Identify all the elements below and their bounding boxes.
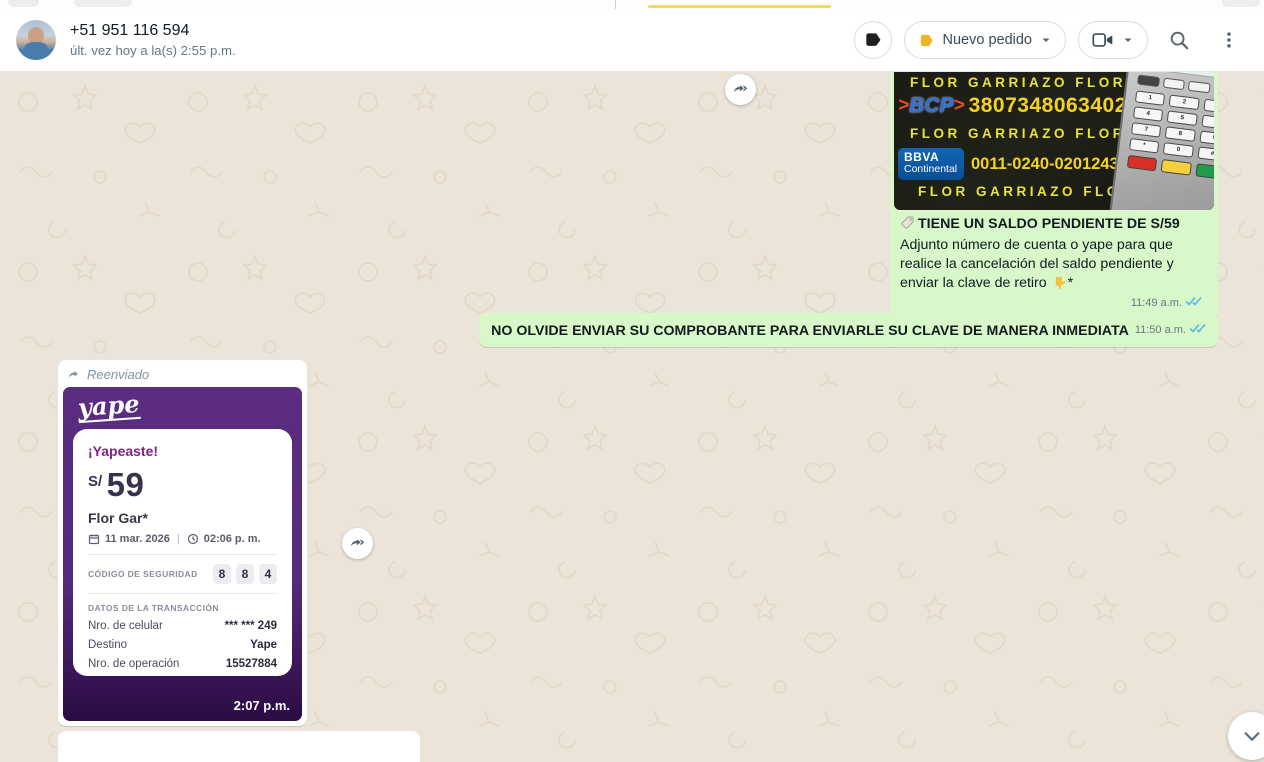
caption-suffix: * <box>1068 275 1074 291</box>
menu-button[interactable] <box>1210 21 1248 59</box>
bcp-account-number: 38073480634024 <box>969 94 1140 118</box>
top-strip-active-tab-underline <box>648 5 831 8</box>
avatar[interactable] <box>16 20 56 60</box>
forwarded-label: Reenviado <box>87 367 149 382</box>
forward-message-button[interactable] <box>725 74 756 105</box>
pos-cancel-key <box>1127 155 1158 171</box>
order-label-dropdown[interactable]: Nuevo pedido <box>904 21 1067 59</box>
account-holder-name: FLOR GARRIAZO FLORES <box>910 126 1151 141</box>
forward-message-button[interactable] <box>342 528 373 559</box>
message-yape-receipt[interactable]: Reenviado yape ¡Yapeaste! S/ 59 Flor Gar… <box>58 360 307 726</box>
receipt-title: ¡Yapeaste! <box>88 443 277 459</box>
bcp-chevron-icon: > <box>898 95 909 117</box>
pos-key: 4 <box>1133 106 1164 121</box>
contact-name: +51 951 116 594 <box>70 22 236 40</box>
yape-logo: yape <box>77 391 140 424</box>
tag-emoji <box>900 215 915 236</box>
chevron-down-icon <box>1122 34 1134 46</box>
pos-key: 0 <box>1163 142 1194 157</box>
forwarded-icon <box>67 367 82 382</box>
tag-yellow-icon <box>918 32 935 49</box>
search-button[interactable] <box>1160 21 1198 59</box>
pos-key: 8 <box>1165 126 1196 141</box>
bcp-chevron-icon: > <box>953 95 964 117</box>
pos-nav-key <box>1213 84 1214 97</box>
security-code-digits: 8 8 4 <box>213 564 277 584</box>
message-caption: TIENE UN SALDO PENDIENTE DE S/59 Adjunto… <box>894 210 1214 313</box>
label-button[interactable] <box>854 21 892 59</box>
receipt-sent-time: 2:07 p.m. <box>234 698 290 713</box>
receipt-datetime: 11 mar. 2026 | 02:06 p. m. <box>88 533 277 545</box>
video-call-dropdown[interactable] <box>1078 21 1148 59</box>
kebab-menu-icon <box>1219 30 1239 50</box>
message-reminder[interactable]: NO OLVIDE ENVIAR SU COMPROBANTE PARA ENV… <box>479 313 1218 347</box>
pos-key: 9 <box>1199 131 1214 146</box>
chat-panel: FLOR GARRIAZO FLORES >BCP> 3807348063402… <box>0 72 1264 762</box>
message-time: 11:50 a.m. <box>1135 324 1186 336</box>
pos-nav-key <box>1188 81 1211 94</box>
contact-info[interactable]: +51 951 116 594 últ. vez hoy a la(s) 2:5… <box>16 20 236 60</box>
search-icon <box>1168 29 1190 51</box>
chat-header: +51 951 116 594 últ. vez hoy a la(s) 2:5… <box>0 9 1264 72</box>
bcp-logo: BCP <box>909 94 953 118</box>
forward-arrow-icon <box>348 534 367 553</box>
top-strip-chip <box>1222 0 1260 7</box>
receipt-amount: S/ 59 <box>88 466 277 504</box>
yape-receipt-image[interactable]: yape ¡Yapeaste! S/ 59 Flor Gar* 11 mar. … <box>63 387 302 721</box>
bbva-logo: BBVA Continental <box>898 148 964 180</box>
pos-key: 5 <box>1167 110 1198 125</box>
pos-terminal-illustration: 123 456 789 *0# <box>1104 72 1214 210</box>
account-holder-name: FLOR GARRIAZO FLORES <box>910 75 1151 90</box>
label-filled-icon <box>863 30 883 50</box>
pos-key: * <box>1129 138 1160 153</box>
pos-key: 7 <box>1131 122 1162 137</box>
receipt-recipient: Flor Gar* <box>88 510 277 526</box>
calendar-icon <box>88 533 100 545</box>
bbva-account-row: BBVA Continental 0011-0240-0201243721 <box>898 148 1146 180</box>
caption-title: TIENE UN SALDO PENDIENTE DE S/59 <box>918 216 1180 232</box>
pos-clear-key <box>1161 159 1192 175</box>
pointing-down-emoji <box>1052 275 1067 296</box>
message-bank-accounts[interactable]: FLOR GARRIAZO FLORES >BCP> 3807348063402… <box>890 72 1218 320</box>
pos-enter-key <box>1195 163 1214 179</box>
last-seen-status: últ. vez hoy a la(s) 2:55 p.m. <box>70 43 236 58</box>
pos-nav-key <box>1162 78 1185 91</box>
transaction-row: Nro. de operación 15527884 <box>88 658 277 670</box>
bank-accounts-image[interactable]: FLOR GARRIAZO FLORES >BCP> 3807348063402… <box>894 72 1214 210</box>
message-request[interactable]: Espero la clave para recojer el producto… <box>58 731 420 762</box>
pos-key: 6 <box>1201 115 1214 130</box>
pos-key: 1 <box>1135 90 1166 105</box>
message-time: 11:49 a.m. <box>1131 294 1182 313</box>
top-strip <box>0 0 1264 9</box>
security-code-label: CÓDIGO DE SEGURIDAD <box>88 569 198 579</box>
top-strip-chip <box>74 0 132 7</box>
reminder-text: NO OLVIDE ENVIAR SU COMPROBANTE PARA ENV… <box>491 323 1129 339</box>
forwarded-header: Reenviado <box>63 364 302 387</box>
pos-key: 3 <box>1203 99 1214 114</box>
forward-arrow-icon <box>731 80 750 99</box>
receipt-card: ¡Yapeaste! S/ 59 Flor Gar* 11 mar. 2026 … <box>73 429 292 676</box>
pos-key: 2 <box>1169 95 1200 110</box>
chevron-down-icon <box>1241 725 1263 747</box>
transaction-row: Destino Yape <box>88 639 277 651</box>
transaction-row: Nro. de celular *** *** 249 <box>88 620 277 632</box>
read-ticks-icon <box>1185 294 1204 313</box>
pos-keypad: 123 456 789 *0# <box>1129 90 1214 161</box>
order-label-text: Nuevo pedido <box>943 32 1033 48</box>
read-ticks-icon <box>1189 321 1208 339</box>
top-strip-divider <box>615 0 616 9</box>
clock-icon <box>187 533 199 545</box>
caption-body: Adjunto número de cuenta o yape para que… <box>900 237 1174 291</box>
top-strip-chip <box>8 0 39 7</box>
video-camera-icon <box>1092 31 1114 49</box>
bcp-account-row: >BCP> 38073480634024 <box>898 94 1139 118</box>
pos-nav-key <box>1137 75 1160 88</box>
pos-key: # <box>1197 146 1214 161</box>
chevron-down-icon <box>1040 34 1052 46</box>
transaction-data-label: DATOS DE LA TRANSACCIÓN <box>88 603 277 613</box>
